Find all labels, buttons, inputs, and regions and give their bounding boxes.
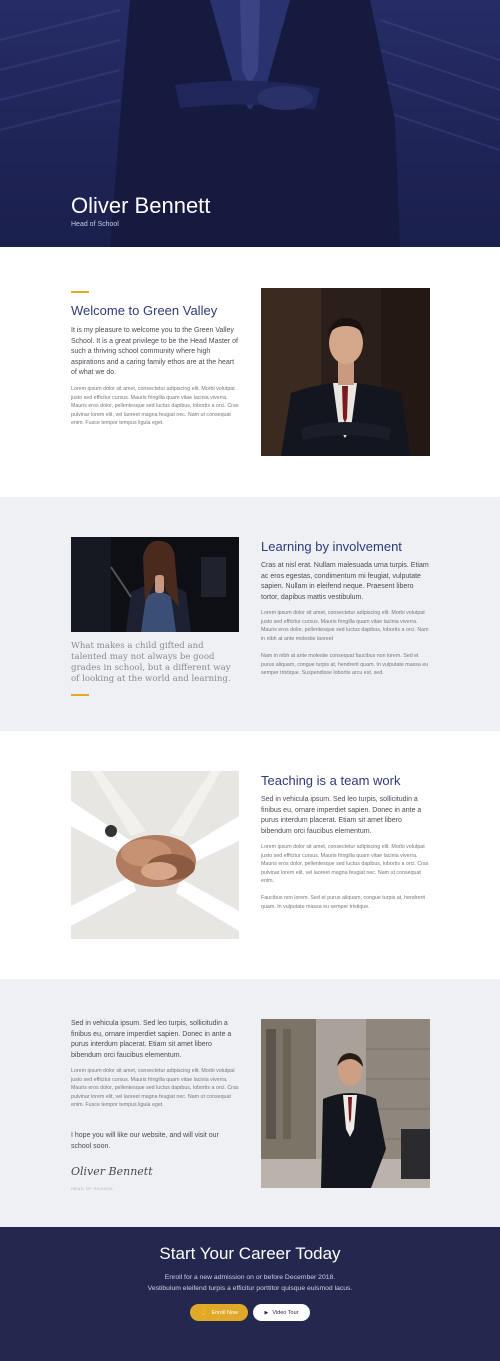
video-tour-button[interactable]: ▶ Video Tour [253,1304,310,1321]
teamwork-lead: Sed in vehicula ipsum. Sed leo turpis, s… [261,796,422,835]
welcome-section: Welcome to Green Valley It is my pleasur… [0,247,500,497]
teamwork-body-2: Faucibus non lorem. Sed et purus aliquam… [261,895,426,910]
welcome-lead: It is my pleasure to welcome you to the … [71,327,238,376]
accent-divider [71,694,89,696]
teamwork-body-1: Lorem ipsum dolor sit amet, consectetur … [261,844,429,885]
closing-outro: I hope you will like our website, and wi… [71,1132,219,1150]
hand-pointer-icon: ☝ [199,1310,208,1316]
welcome-heading: Welcome to Green Valley [71,303,218,318]
hero-role: Head of School [71,221,119,228]
closing-section: Sed in vehicula ipsum. Sed leo turpis, s… [0,979,500,1227]
closing-body: Lorem ipsum dolor sit amet, consectetur … [71,1068,239,1109]
cta-line-2: Vestibulum eleifend turpis a efficitur p… [147,1284,353,1292]
video-tour-label: Video Tour [272,1309,299,1316]
team-hands-photo [71,771,239,939]
cta-title: Start Your Career Today [159,1244,341,1263]
cta-line-1: Enroll for a new admission on or before … [164,1274,336,1281]
headmaster-seated-photo [261,1019,430,1188]
learning-quote: What makes a child gifted and talented m… [71,641,231,684]
signature: Oliver Bennett [71,1165,153,1178]
signature-caption: HEAD OF SCHOOL [71,1186,114,1191]
learning-body-1: Lorem ipsum dolor sit amet, consectetur … [261,610,429,642]
learning-lead: Cras at nisl erat. Nullam malesuada urna… [261,562,429,601]
enroll-now-button[interactable]: ☝ Enroll Now [190,1304,248,1321]
learning-heading: Learning by involvement [261,539,402,554]
teamwork-section: Teaching is a team work Sed in vehicula … [0,731,500,979]
welcome-body: Lorem ipsum dolor sit amet, consectetur … [71,386,239,427]
hero-banner: Oliver Bennett Head of School [0,0,500,247]
accent-divider [71,291,89,293]
student-singing-photo [71,537,239,632]
enroll-now-label: Enroll Now [211,1309,239,1316]
hero-name: Oliver Bennett [71,193,211,218]
learning-body-2: Nam in nibh at ante molestie consequat f… [261,653,429,677]
learning-section: What makes a child gifted and talented m… [0,497,500,731]
cta-section: Start Your Career Today Enroll for a new… [0,1227,500,1361]
play-icon: ▶ [264,1309,269,1316]
closing-lead: Sed in vehicula ipsum. Sed leo turpis, s… [71,1020,232,1059]
teamwork-heading: Teaching is a team work [261,773,401,788]
headmaster-portrait [261,288,430,456]
cta-text: Enroll for a new admission on or before … [0,1273,500,1294]
